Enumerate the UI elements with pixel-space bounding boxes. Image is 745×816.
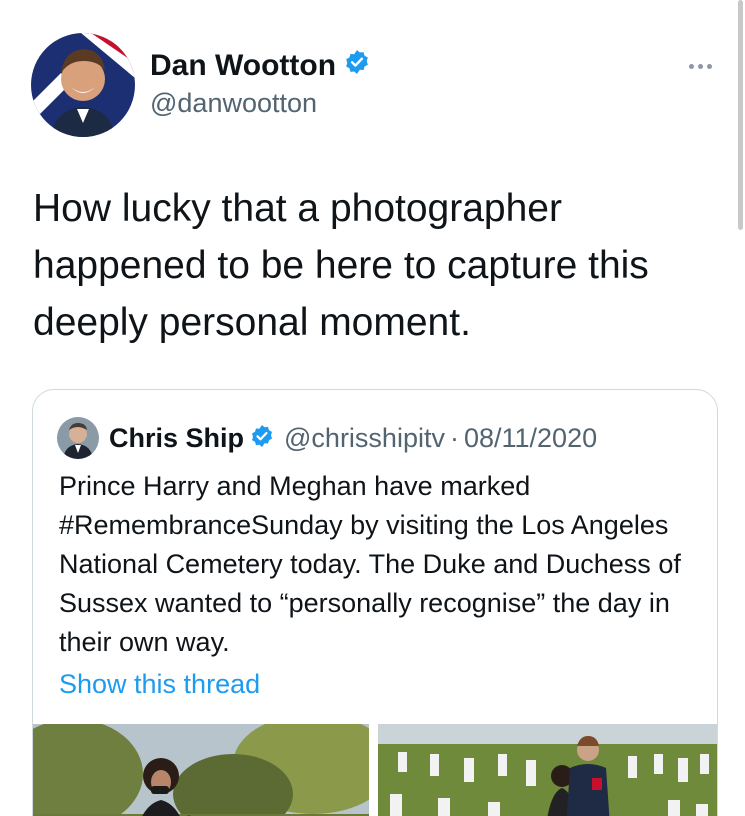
separator-dot: · [449,422,459,453]
quoted-author-handle[interactable]: @chrisshipitv [284,423,445,454]
author-name[interactable]: Dan Wootton [150,48,370,84]
quoted-tweet-card[interactable]: Chris Ship @chrisshipitv · 08/11/2020 Pr… [32,389,718,816]
author-name-text[interactable]: Dan Wootton [150,48,336,84]
quoted-tweet-text: Prince Harry and Meghan have marked #Rem… [59,471,681,657]
verified-badge-icon [344,48,370,84]
tweet-text: How lucky that a photographer happened t… [33,187,649,344]
quoted-author-avatar[interactable] [57,417,99,459]
more-options-icon[interactable] [680,56,720,76]
verified-badge-icon [250,424,274,453]
author-avatar[interactable] [31,33,135,137]
quoted-tweet-date[interactable]: 08/11/2020 [464,423,597,454]
scrollbar[interactable] [738,0,743,230]
author-handle[interactable]: @danwootton [150,86,317,120]
quoted-author-name[interactable]: Chris Ship [109,423,244,454]
quoted-tweet-photo-1[interactable] [33,724,369,816]
quoted-tweet-photo-2[interactable] [378,724,717,816]
show-thread-link[interactable]: Show this thread [59,669,260,700]
quoted-tweet-header: Chris Ship @chrisshipitv · 08/11/2020 [57,417,597,459]
